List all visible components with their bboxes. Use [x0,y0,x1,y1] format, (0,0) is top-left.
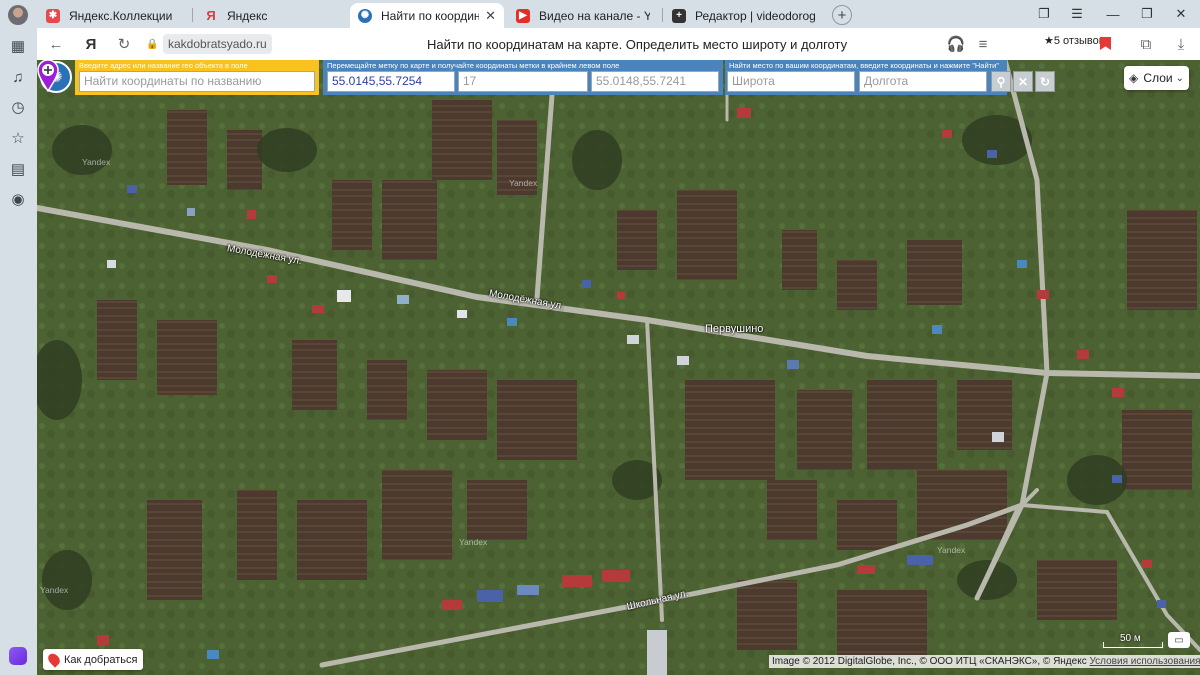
bookmark-icon[interactable] [1100,37,1111,50]
back-icon[interactable]: ← [47,35,65,53]
zoom-field[interactable]: 17 [458,71,588,92]
tab-editor[interactable]: + Редактор | videodorogoss [664,3,824,28]
location-marker-icon[interactable] [37,60,59,92]
browser-sidebar: ▦ ♫ ◷ ☆ ▤ ◉ [0,28,37,675]
map-watermark: Yandex [82,157,111,167]
address-bar: ← Я ↻ 🔒 kakdobratsyado.ru Найти по коорд… [37,28,1200,60]
map-watermark: Yandex [509,178,538,188]
reviews-badge[interactable]: ★5 отзывов [1044,34,1105,47]
new-tab-button[interactable]: + [832,5,852,25]
profile-avatar[interactable] [8,5,28,25]
notes-icon[interactable]: ▤ [9,160,27,178]
find-by-coords-panel: Найти место по вашим координатам, введит… [725,60,1007,95]
layers-icon: ◈ [1129,71,1139,85]
pin-icon [45,651,63,668]
place-label: Первушино [705,323,764,335]
map-watermark: Yandex [40,585,69,595]
site-favicon-icon: ✺ [358,8,372,23]
refresh-icon[interactable]: ↻ [1035,71,1055,92]
tab-yandex-collections[interactable]: ✱ Яндекс.Коллекции [38,3,188,28]
map-watermark: Yandex [937,545,966,555]
lock-icon: 🔒 [146,38,159,50]
yandex-home-icon[interactable]: Я [82,35,100,53]
menu-icon[interactable]: ☰ [1066,5,1088,23]
satellite-map[interactable]: Yandex Yandex Yandex Yandex Yandex Молод… [37,60,1200,675]
search-icon[interactable]: ⚲ [991,71,1011,92]
map-watermark: Yandex [459,537,488,547]
scale-bar [1103,642,1163,648]
close-tab-icon[interactable]: ✕ [485,8,496,24]
reload-icon[interactable]: ↻ [115,35,133,53]
tab-yandex[interactable]: Я Яндекс [196,3,344,28]
messenger-icon[interactable] [9,647,27,665]
collections-icon[interactable]: ❐ [1033,5,1055,23]
yandex-icon: Я [206,8,216,23]
extensions-icon[interactable]: ⧉ [1137,35,1155,53]
play-icon[interactable]: ◉ [9,190,27,208]
restore-icon[interactable]: ❐ [1136,5,1158,23]
ruler-icon[interactable]: ▭ [1168,632,1190,648]
terms-link[interactable]: Условия использования [1089,656,1200,667]
history-icon[interactable]: ◷ [9,98,27,116]
search-panel: Введите адрес или название гео объекта в… [75,60,319,95]
page-title: Найти по координатам на карте. Определит… [427,37,848,52]
headphones-icon[interactable]: 🎧 [947,35,966,53]
marker-coords-field[interactable]: 55.0145,55.7254 [327,71,455,92]
tab-find-by-coordinates[interactable]: ✺ Найти по координатам ✕ [350,3,504,28]
reader-icon[interactable]: ≡ [974,35,992,53]
tab-strip: ✱ Яндекс.Коллекции Я Яндекс ✺ Найти по к… [0,0,1200,28]
search-input[interactable]: Найти координаты по названию [79,71,315,92]
latitude-input[interactable]: Широта [727,71,855,92]
marker-coords-panel: Перемещайте метку по карте и получайте к… [323,60,723,95]
download-icon[interactable]: ⤓ [1172,35,1190,53]
star-icon[interactable]: ☆ [9,129,27,147]
editor-icon: + [672,8,686,23]
chevron-down-icon: ⌄ [1175,72,1184,84]
youtube-icon: ▶ [516,8,530,23]
tab-youtube[interactable]: ▶ Видео на канале - YouTub [508,3,658,28]
clear-icon[interactable]: ✕ [1013,71,1033,92]
center-coords-field[interactable]: 55.0148,55.7241 [591,71,719,92]
route-button[interactable]: Как добраться [43,649,144,670]
close-window-icon[interactable]: ✕ [1170,5,1192,23]
minimize-icon[interactable]: — [1102,5,1124,23]
map-attribution: Image © 2012 DigitalGlobe, Inc., © ООО И… [769,655,1200,668]
longitude-input[interactable]: Долгота [859,71,987,92]
bell-icon[interactable]: ♫ [9,68,27,86]
map-imagery [37,60,1200,675]
yandex-collections-icon: ✱ [46,8,60,23]
apps-grid-icon[interactable]: ▦ [9,37,27,55]
url-field[interactable]: 🔒 kakdobratsyado.ru [146,33,272,55]
layers-button[interactable]: ◈ Слои ⌄ [1124,66,1189,90]
